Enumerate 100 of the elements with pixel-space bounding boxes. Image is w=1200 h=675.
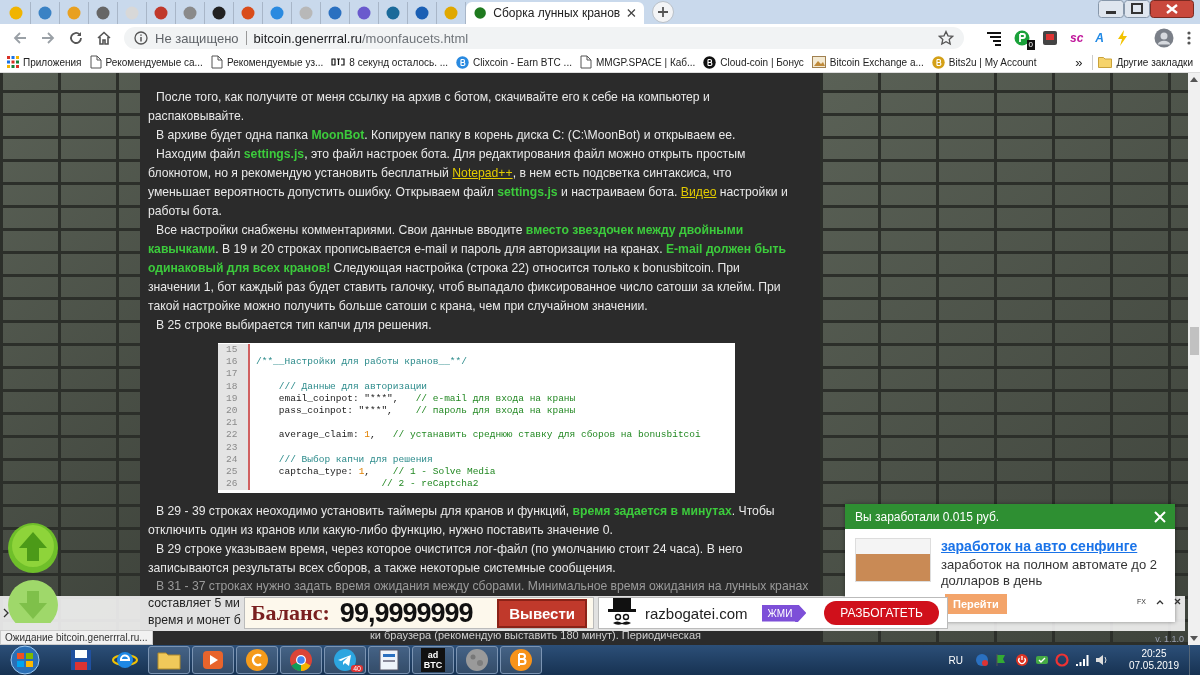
arrow-label: ЖМИ: [761, 604, 807, 622]
page-icon: [210, 55, 223, 69]
scroll-down-icon[interactable]: [1190, 636, 1198, 642]
taskbar-button[interactable]: [192, 646, 234, 674]
close-icon[interactable]: [1173, 598, 1181, 605]
image-icon: [811, 56, 826, 68]
paragraph: Находим файл settings.js, это файл настроек бота. Для редактирования файл можно открыть простым блокнотом, но я рекомендую установить бесплатный Notepad++, в нем есть подсветка синтаксиса, что уменьшает вероятность допустить ошибку. Открываем файл settings.js и настраиваем бота. Видео настройки и работы бота.: [148, 146, 789, 220]
code-line: // 2 - reCaptcha2: [380, 478, 479, 491]
apps-icon: [7, 56, 19, 68]
favicon-icon: [331, 57, 346, 67]
app-label: ad BTC: [421, 648, 445, 672]
link[interactable]: заработок на авто сенфинге: [941, 538, 1165, 554]
power-icon[interactable]: [1014, 653, 1029, 667]
paragraph: После того, как получите от меня ссылку на архив с ботом, скачивайте его к себе на компьютер и распаковывайте.: [148, 89, 711, 125]
language-indicator[interactable]: RU: [948, 654, 963, 666]
home-icon[interactable]: [96, 30, 112, 46]
menu-icon[interactable]: [1186, 30, 1192, 46]
coin-icon: [243, 646, 271, 674]
extension-button[interactable]: sc: [1069, 31, 1084, 45]
forward-icon[interactable]: [40, 30, 56, 46]
bookmark[interactable]: Bitcoin Exchange a...: [808, 56, 927, 68]
taskbar-button[interactable]: [148, 646, 190, 674]
close-icon[interactable]: [627, 8, 636, 18]
reload-icon[interactable]: [68, 30, 84, 46]
extension-button[interactable]: A: [1095, 31, 1104, 45]
status-text: Ожидание bitcoin.generrral.ru...: [0, 630, 153, 645]
bitcoin-icon: [507, 646, 535, 674]
badge: 0: [1026, 40, 1035, 50]
paper-plane-icon: [331, 646, 359, 674]
url-text: bitcoin.generrral.ru/moonfaucets.html: [253, 30, 469, 46]
bookmark[interactable]: Clixcoin - Earn BTC ...: [453, 55, 575, 69]
text-line: В 31 - 37 строках нужно задать время ожидания между сборами. Минимальное время ожидания на лунных кранах: [156, 578, 809, 595]
line-number: 22: [218, 429, 250, 442]
star-icon[interactable]: [937, 30, 954, 46]
notification-header: Вы заработали 0.015 руб.: [845, 504, 1175, 529]
bookmark[interactable]: Рекомендуемые са...: [86, 55, 206, 69]
code-line: average_claim: 1, // устанавить среднюю ставку для сборов на bonusbitcoi: [277, 429, 701, 442]
paragraph: Все настройки снабжены комментариями. Свои данные вводите вместо звездочек между двойными кавычками. В 19 и 20 строках прописывается e-mail и пароль для авторизации на кранах. E-mail должен быть одинаковый для всех кранов! Следующая настройка (строка 22) относится только к bonusbitcoin. При значении 1, бот каждый раз будет ставить галочку, чтоб выпадало фиксированное число сатоши за клейм. При такой настройке можно получить больше сатоши с крана, чем при случайном значении.: [148, 222, 787, 315]
line-number: 16: [218, 356, 250, 369]
text-line: время и монет б: [148, 612, 241, 629]
coin-icon[interactable]: [1013, 30, 1030, 46]
line-number: 21: [218, 417, 250, 430]
address-bar[interactable]: Не защищено bitcoin.generrral.ru/moonfaucets.html: [124, 27, 964, 49]
withdraw-button[interactable]: Вывести: [497, 598, 587, 628]
page-icon: [89, 55, 102, 69]
scrollbar-thumb[interactable]: [1189, 327, 1199, 355]
code-line: /**__Настройки для работы кранов__**/: [256, 356, 467, 369]
speaker-icon[interactable]: [1094, 653, 1109, 667]
bookmark[interactable]: Cloud-coin | Бонус: [700, 55, 807, 69]
bookmark[interactable]: Рекомендуемые уз...: [207, 55, 327, 69]
code-line: captcha_type: 1, // 1 - Solve Media: [277, 465, 496, 479]
close-icon[interactable]: [1150, 0, 1194, 18]
text-line: составляет 5 ми: [148, 595, 240, 612]
paragraph: В архиве будет одна папка MoonBot. Копируем папку в корень диска C: (C:\MoonBot) и открываем ее.: [155, 127, 737, 144]
balance-value: 99,9999999: [339, 597, 473, 629]
bookmark[interactable]: MMGP.SPACE | Каб...: [576, 55, 699, 69]
cta-button[interactable]: РАЗБОГАТЕТЬ: [824, 601, 939, 625]
chevron-icon[interactable]: [3, 608, 9, 618]
bookmark-folder[interactable]: Другие закладки: [1095, 56, 1196, 68]
link[interactable]: Notepad++: [452, 166, 513, 180]
moon-icon: [463, 646, 491, 674]
maximize-icon[interactable]: [1124, 0, 1150, 18]
browser-tab[interactable]: Сборка лунных кранов: [466, 2, 644, 24]
link[interactable]: Видео: [680, 185, 717, 199]
avatar-icon[interactable]: [1154, 28, 1174, 48]
line-number: 15: [218, 344, 250, 357]
browser-icon: [287, 646, 315, 674]
bookmark[interactable]: Приложения: [4, 56, 85, 68]
signal-icon[interactable]: [1074, 653, 1089, 667]
code-line: pass_coinpot: "***", // пароль для входа на краны: [277, 404, 576, 418]
taskbar-button[interactable]: [280, 646, 322, 674]
new-tab-icon[interactable]: [652, 1, 674, 23]
scroll-up-icon[interactable]: [1190, 76, 1198, 82]
info-icon[interactable]: [134, 31, 148, 45]
back-icon[interactable]: [12, 30, 28, 46]
site-name: razbogatei.com: [645, 604, 748, 622]
clock-date[interactable]: 07.05.2019: [1128, 660, 1179, 672]
bookmark[interactable]: 8 секунд осталось. ...: [328, 56, 452, 68]
security-label: Не защищено: [155, 30, 239, 46]
minimize-icon[interactable]: [1098, 0, 1124, 18]
taskbar-button[interactable]: [500, 646, 542, 674]
text-line: ки браузера (рекомендую выставить 180 минут). Периодическая: [370, 629, 701, 641]
balance-label: Баланс:: [251, 600, 330, 626]
description-text: заработок на полном автомате до 2 долларов в день: [941, 557, 1158, 589]
code-line: email_coinpot: "***", // e-mail для входа на краны: [277, 392, 576, 405]
taskbar-button[interactable]: [368, 646, 410, 674]
collapse-icon[interactable]: [1155, 598, 1164, 605]
taskbar-button[interactable]: [236, 646, 278, 674]
bookmark[interactable]: Bits2u | My Account: [928, 55, 1040, 69]
box-icon[interactable]: [1041, 30, 1058, 46]
scrollbar[interactable]: [1188, 73, 1200, 645]
ring-icon[interactable]: [1054, 653, 1069, 667]
folder-icon: [1098, 56, 1113, 68]
more-bookmarks-button[interactable]: »: [1071, 54, 1094, 70]
taskbar-button[interactable]: ad BTC: [412, 646, 454, 674]
clock-time[interactable]: 20:25: [1141, 648, 1167, 660]
code-line: /// Выбор капчи для решения: [277, 453, 433, 466]
version-text: v. 1.1.0: [1155, 634, 1184, 644]
lines-icon[interactable]: [985, 30, 1002, 46]
page-icon: [579, 55, 592, 69]
